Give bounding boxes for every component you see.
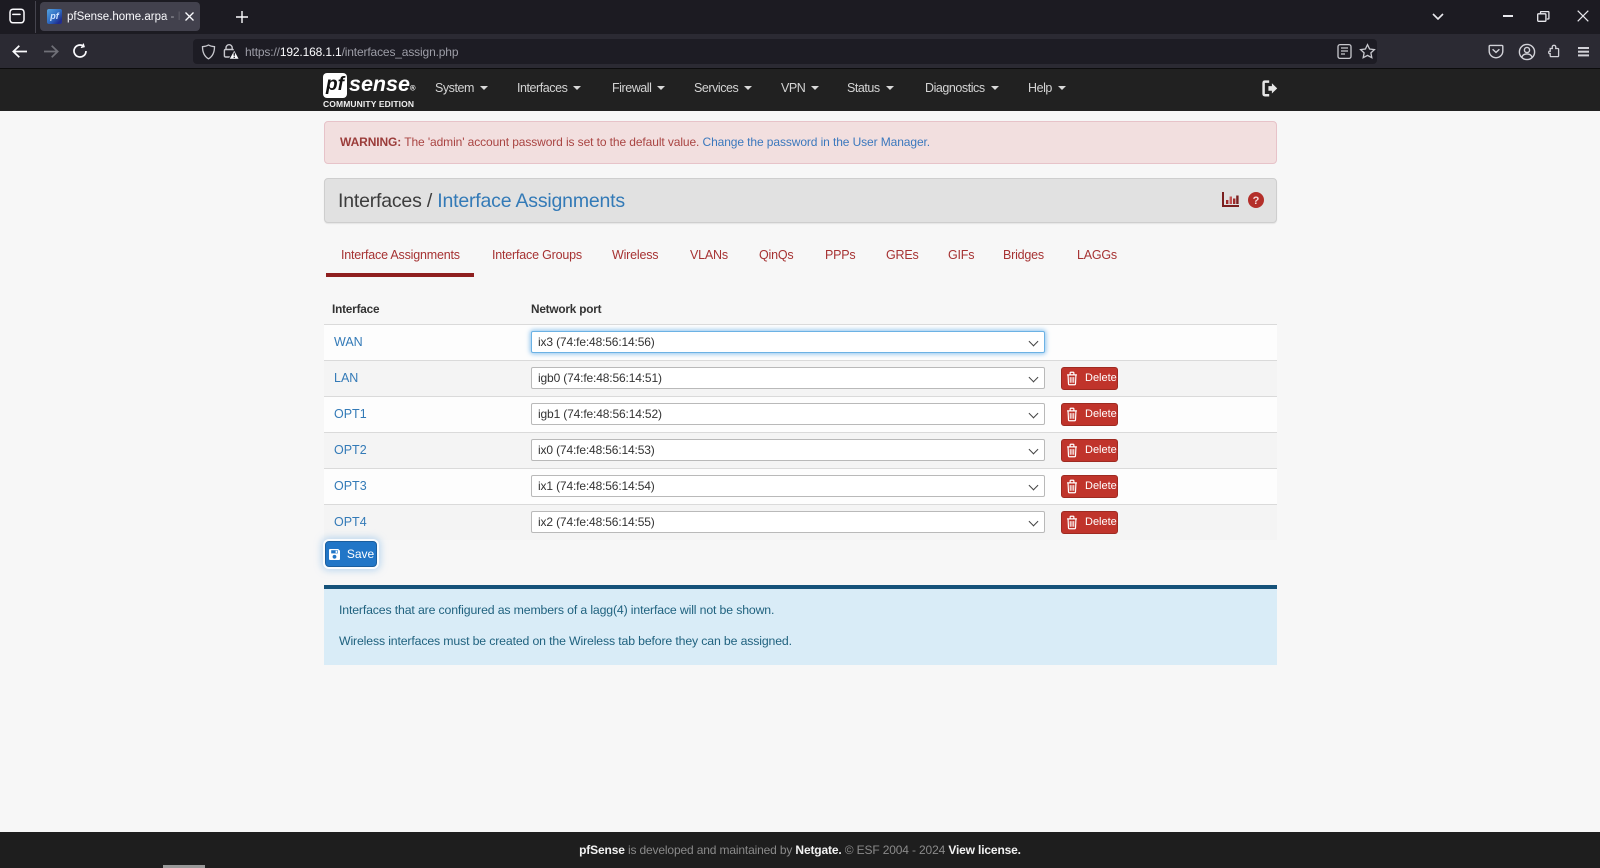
svg-text:?: ? xyxy=(1253,195,1260,207)
